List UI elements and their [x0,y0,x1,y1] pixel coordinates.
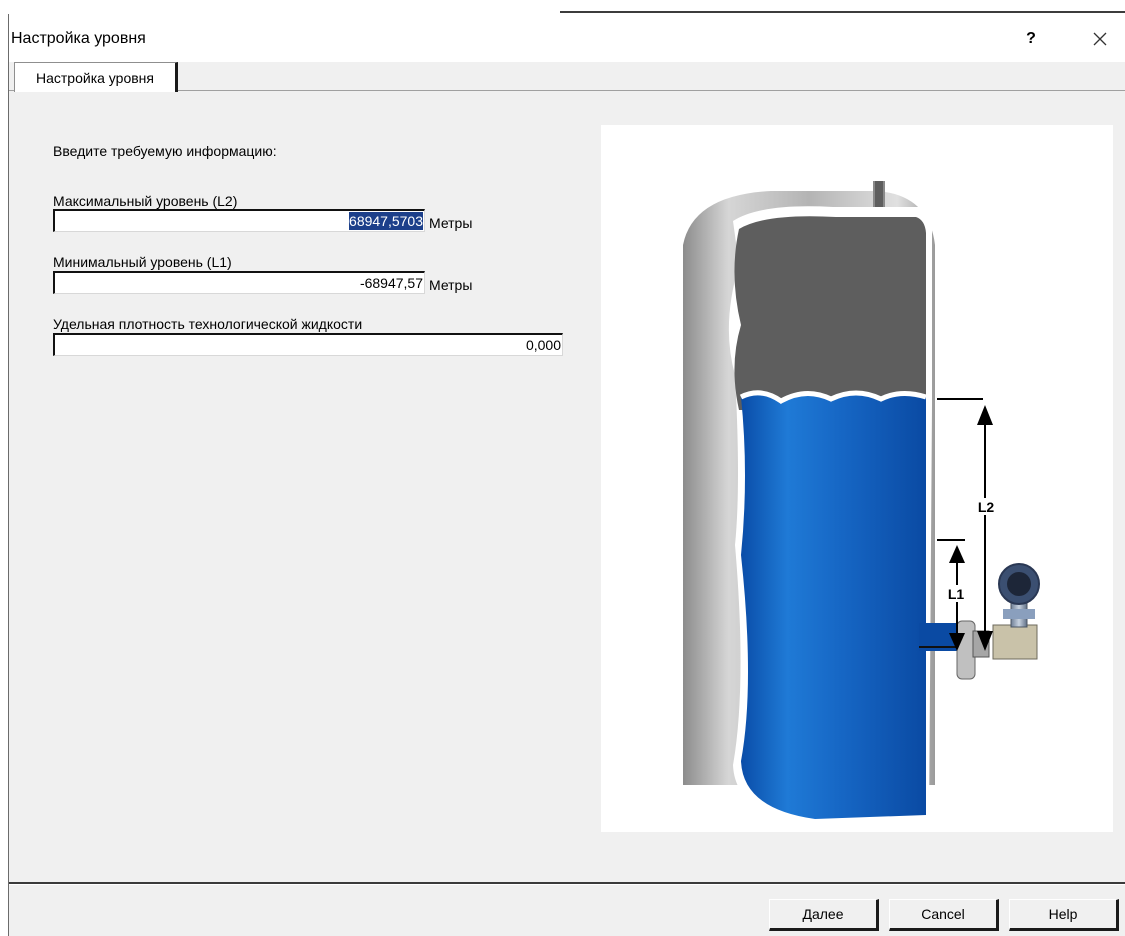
l2-label: L2 [978,499,995,515]
help-button[interactable]: Help [1009,899,1119,931]
l1-label: L1 [948,586,965,602]
bottom-separator-highlight [9,884,1125,885]
close-icon[interactable] [1083,24,1117,54]
max-level-label: Максимальный уровень (L2) [53,193,238,209]
tank-diagram-panel: L2 L1 [601,125,1113,832]
tank-diagram: L2 L1 [683,181,1040,828]
help-icon[interactable]: ? [1016,24,1046,54]
next-button[interactable]: Далее [769,899,879,931]
background-line [560,11,1125,13]
window-title: Настройка уровня [11,30,146,47]
min-level-input[interactable]: -68947,57 [53,271,425,294]
max-level-unit: Метры [429,215,473,231]
density-input[interactable]: 0,000 [53,333,563,356]
instruction-text: Введите требуемую информацию: [53,143,277,159]
min-level-unit: Метры [429,277,473,293]
density-label: Удельная плотность технологической жидко… [53,316,363,332]
max-level-value: 68947,5703 [349,212,423,230]
density-value: 0,000 [525,337,561,353]
max-level-input[interactable]: 68947,5703 [53,209,425,232]
min-level-label: Минимальный уровень (L1) [53,254,232,270]
cancel-button[interactable]: Cancel [889,899,999,931]
tab-level-setup[interactable]: Настройка уровня [14,62,178,92]
title-bar: Настройка уровня ? [9,14,1125,62]
min-level-value: -68947,57 [359,275,423,291]
dialog-window: Настройка уровня ? Настройка уровня Введ… [8,14,1125,936]
tab-panel: Введите требуемую информацию: Максимальн… [9,90,1125,882]
